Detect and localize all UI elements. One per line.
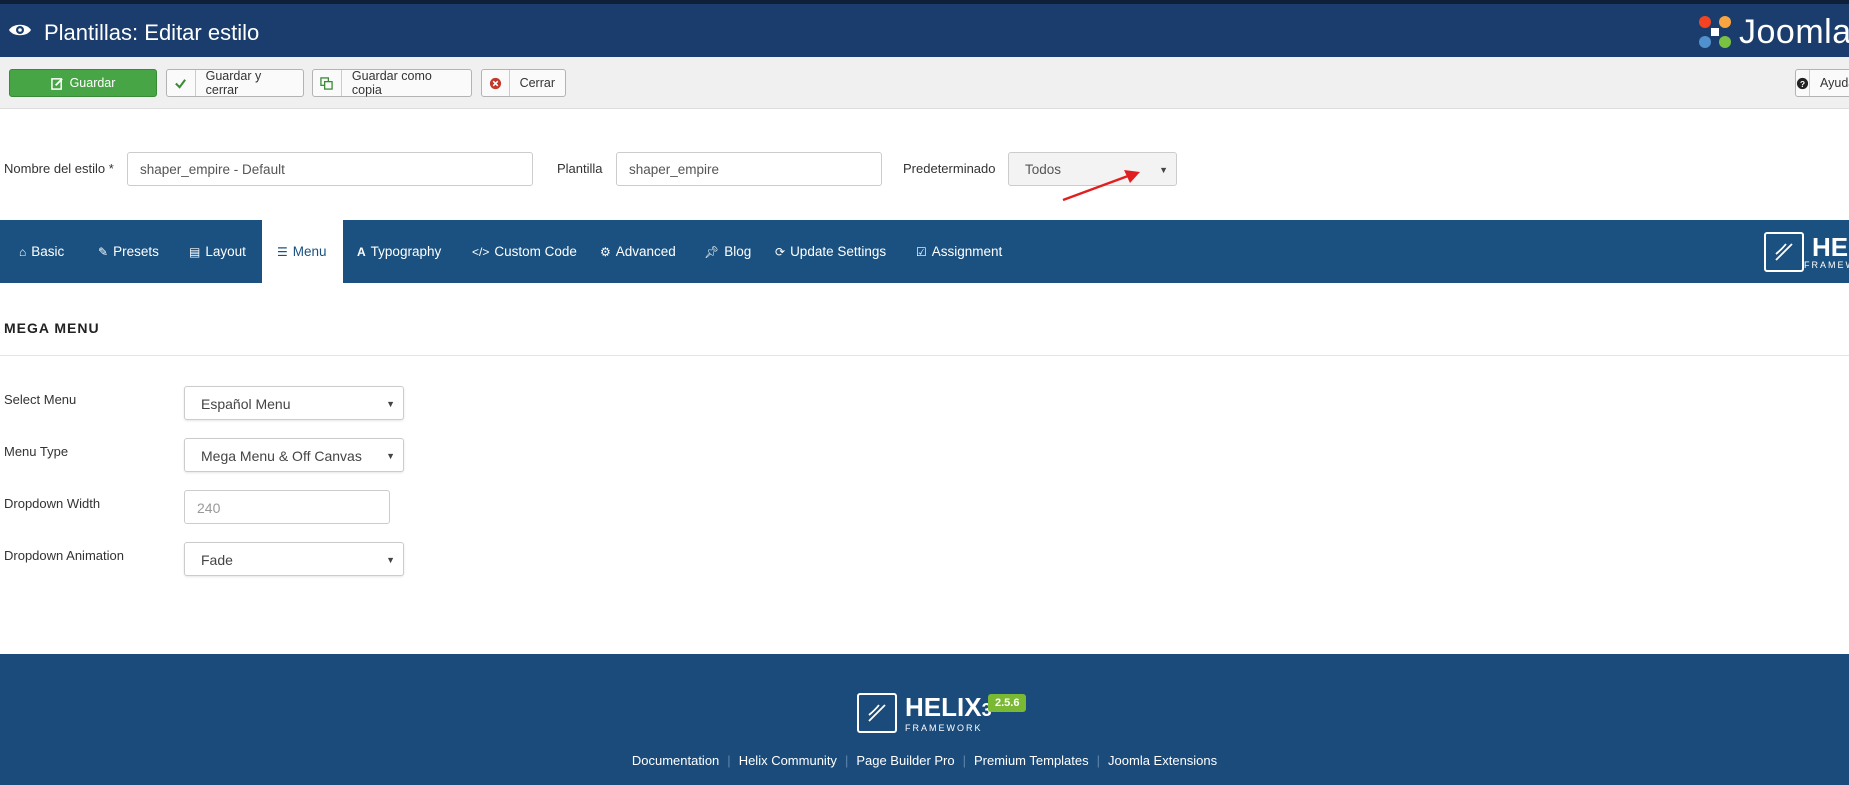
joomla-logo-icon bbox=[1699, 16, 1731, 48]
footer-links: Documentation | Helix Community | Page B… bbox=[0, 753, 1849, 768]
select-menu-label: Select Menu bbox=[4, 392, 77, 407]
layout-icon: ▤ bbox=[189, 244, 201, 259]
menu-type-label: Menu Type bbox=[4, 444, 69, 459]
helix-framework-logo: HELIX FRAMEWORK bbox=[1764, 232, 1849, 272]
tab-basic[interactable]: ⌂ Basic bbox=[4, 220, 79, 283]
gear-icon: ⚙ bbox=[600, 244, 611, 259]
dropdown-animation-select[interactable]: Fade ▼ bbox=[184, 542, 404, 576]
section-divider bbox=[0, 355, 1849, 356]
tab-blog[interactable]: 📌︎ Blog bbox=[689, 220, 766, 283]
footer-link-joomla-extensions[interactable]: Joomla Extensions bbox=[1100, 753, 1225, 768]
help-label: Ayuda bbox=[1820, 76, 1849, 90]
save-as-copy-label: Guardar como copia bbox=[351, 69, 432, 97]
toolbar: Guardar Guardar y cerrar Guardar como co… bbox=[0, 57, 1849, 109]
brush-icon: ✎ bbox=[98, 244, 109, 259]
save-button[interactable]: Guardar bbox=[9, 69, 157, 97]
save-and-close-label: Guardar y cerrar bbox=[205, 69, 262, 97]
style-name-input[interactable]: shaper_empire - Default bbox=[127, 152, 533, 186]
save-label: Guardar bbox=[69, 76, 116, 90]
check-square-icon: ☑ bbox=[916, 244, 927, 259]
close-label: Cerrar bbox=[519, 76, 555, 90]
footer-brand-sub: FRAMEWORK bbox=[905, 722, 983, 733]
select-menu-select[interactable]: Español Menu ▼ bbox=[184, 386, 404, 420]
helix-logo-sub: FRAMEWORK bbox=[1804, 260, 1849, 270]
section-title: MEGA MENU bbox=[4, 320, 100, 336]
footer-brand-name: HELIX bbox=[905, 691, 982, 722]
edit-icon bbox=[50, 70, 64, 96]
save-and-close-button[interactable]: Guardar y cerrar bbox=[166, 69, 304, 97]
eye-icon bbox=[9, 24, 31, 36]
question-icon: ? bbox=[1796, 70, 1810, 96]
joomla-logo: Joomla! bbox=[1695, 12, 1849, 52]
footer-link-page-builder-pro[interactable]: Page Builder Pro bbox=[848, 753, 962, 768]
default-label: Predeterminado bbox=[903, 161, 996, 176]
check-icon bbox=[167, 70, 196, 96]
home-icon: ⌂ bbox=[19, 244, 27, 259]
template-label: Plantilla bbox=[557, 161, 603, 176]
helix-logo-icon bbox=[857, 693, 897, 733]
copy-icon bbox=[313, 70, 342, 96]
tab-typography[interactable]: A Typography bbox=[342, 220, 456, 283]
tab-menu[interactable]: ☰ Menu bbox=[262, 220, 343, 283]
default-select-value: Todos bbox=[1025, 162, 1062, 177]
chevron-down-icon: ▼ bbox=[386, 555, 395, 565]
style-form-row: Nombre del estilo * shaper_empire - Defa… bbox=[0, 152, 1849, 186]
footer-link-documentation[interactable]: Documentation bbox=[624, 753, 727, 768]
helix-logo-name: HELIX bbox=[1812, 232, 1849, 262]
dropdown-width-input[interactable]: 240 bbox=[184, 490, 390, 524]
save-as-copy-button[interactable]: Guardar como copia bbox=[312, 69, 472, 97]
header-bar: Plantillas: Editar estilo Joomla! bbox=[0, 0, 1849, 57]
style-name-label: Nombre del estilo * bbox=[4, 161, 114, 176]
tab-presets[interactable]: ✎ Presets bbox=[83, 220, 174, 283]
footer: HELIX3 FRAMEWORK 2.5.6 Documentation | H… bbox=[0, 654, 1849, 785]
joomla-wordmark: Joomla! bbox=[1739, 12, 1849, 51]
help-button[interactable]: ? Ayuda bbox=[1795, 69, 1849, 97]
footer-link-premium-templates[interactable]: Premium Templates bbox=[966, 753, 1097, 768]
footer-link-helix-community[interactable]: Helix Community bbox=[731, 753, 845, 768]
tab-custom-code[interactable]: </> Custom Code bbox=[457, 220, 592, 283]
template-input[interactable]: shaper_empire bbox=[616, 152, 882, 186]
chevron-down-icon: ▼ bbox=[386, 451, 395, 461]
menu-type-select[interactable]: Mega Menu & Off Canvas ▼ bbox=[184, 438, 404, 472]
tab-layout[interactable]: ▤ Layout bbox=[174, 220, 261, 283]
list-icon: ☰ bbox=[277, 244, 288, 259]
version-badge: 2.5.6 bbox=[988, 694, 1027, 712]
tab-assignment[interactable]: ☑ Assignment bbox=[901, 220, 1017, 283]
tab-update-settings[interactable]: ⟳ Update Settings bbox=[760, 220, 901, 283]
dropdown-width-label: Dropdown Width bbox=[4, 496, 101, 511]
footer-helix-logo: HELIX3 FRAMEWORK bbox=[857, 693, 992, 733]
svg-text:?: ? bbox=[1800, 78, 1805, 88]
font-icon: A bbox=[357, 244, 366, 259]
tab-advanced[interactable]: ⚙ Advanced bbox=[585, 220, 691, 283]
close-icon bbox=[482, 70, 510, 96]
dropdown-animation-label: Dropdown Animation bbox=[4, 548, 124, 563]
annotation-arrow-icon bbox=[1062, 170, 1140, 202]
refresh-icon: ⟳ bbox=[775, 244, 786, 259]
settings-tabs: ⌂ Basic ✎ Presets ▤ Layout ☰ Menu A Typograph… bbox=[0, 220, 1849, 283]
chevron-down-icon: ▼ bbox=[1159, 165, 1168, 175]
helix-logo-icon bbox=[1764, 232, 1804, 272]
page-title: Plantillas: Editar estilo bbox=[44, 20, 260, 45]
code-icon: </> bbox=[472, 244, 490, 259]
close-button[interactable]: Cerrar bbox=[481, 69, 566, 97]
chevron-down-icon: ▼ bbox=[386, 399, 395, 409]
pin-icon: 📌︎ bbox=[704, 244, 720, 259]
